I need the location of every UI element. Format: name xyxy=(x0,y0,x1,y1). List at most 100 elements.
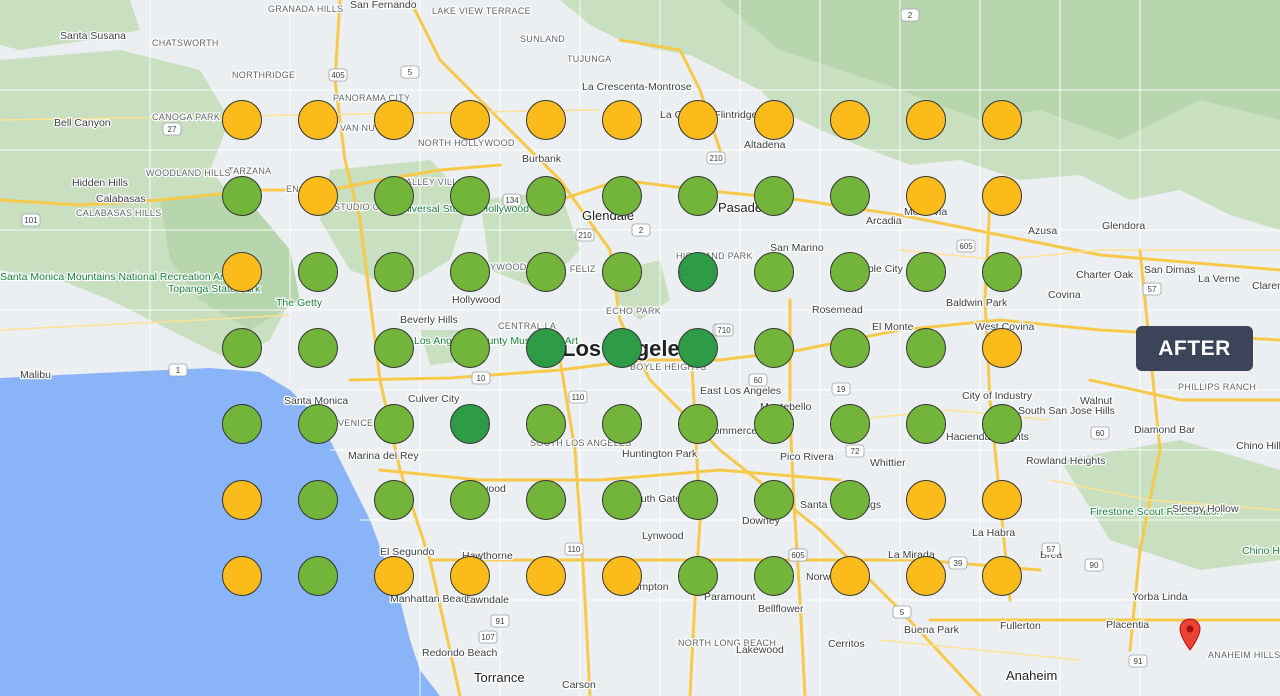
grid-dot[interactable] xyxy=(374,480,414,520)
grid-dot[interactable] xyxy=(830,252,870,292)
svg-text:39: 39 xyxy=(954,559,963,568)
grid-dot[interactable] xyxy=(450,480,490,520)
label-charter-oak: Charter Oak xyxy=(1076,269,1134,281)
grid-dot[interactable] xyxy=(906,176,946,216)
grid-dot[interactable] xyxy=(298,176,338,216)
label-huntington-park: Huntington Park xyxy=(622,448,698,460)
grid-dot[interactable] xyxy=(374,328,414,368)
grid-dot[interactable] xyxy=(450,328,490,368)
grid-dot[interactable] xyxy=(298,100,338,140)
grid-dot[interactable] xyxy=(222,556,262,596)
location-pin-icon[interactable] xyxy=(1178,618,1202,652)
grid-dot[interactable] xyxy=(906,404,946,444)
grid-dot[interactable] xyxy=(526,252,566,292)
label-baldwin-park: Baldwin Park xyxy=(946,297,1008,309)
label-la-verne: La Verne xyxy=(1198,273,1240,285)
grid-dot[interactable] xyxy=(222,404,262,444)
highway-shield: 39 xyxy=(948,556,968,570)
grid-dot[interactable] xyxy=(298,556,338,596)
grid-dot[interactable] xyxy=(450,176,490,216)
grid-dot[interactable] xyxy=(602,328,642,368)
grid-dot[interactable] xyxy=(678,404,718,444)
grid-dot[interactable] xyxy=(830,328,870,368)
label-santa-susana: Santa Susana xyxy=(60,30,126,42)
grid-dot[interactable] xyxy=(982,480,1022,520)
grid-dot[interactable] xyxy=(374,404,414,444)
grid-dot[interactable] xyxy=(678,328,718,368)
highway-shield: 210 xyxy=(706,151,726,165)
grid-dot[interactable] xyxy=(602,404,642,444)
grid-dot[interactable] xyxy=(830,176,870,216)
grid-dot[interactable] xyxy=(450,100,490,140)
grid-dot[interactable] xyxy=(602,176,642,216)
grid-dot[interactable] xyxy=(678,176,718,216)
grid-dot[interactable] xyxy=(906,100,946,140)
grid-dot[interactable] xyxy=(830,100,870,140)
grid-dot[interactable] xyxy=(906,328,946,368)
label-the-getty: The Getty xyxy=(276,297,323,309)
grid-dot[interactable] xyxy=(982,328,1022,368)
highway-shield: 107 xyxy=(478,630,498,644)
label-arcadia: Arcadia xyxy=(866,215,902,227)
grid-dot[interactable] xyxy=(374,176,414,216)
grid-dot[interactable] xyxy=(678,556,718,596)
grid-dot[interactable] xyxy=(298,252,338,292)
grid-dot[interactable] xyxy=(526,328,566,368)
grid-dot[interactable] xyxy=(602,252,642,292)
grid-dot[interactable] xyxy=(222,100,262,140)
grid-dot[interactable] xyxy=(982,252,1022,292)
grid-dot[interactable] xyxy=(754,328,794,368)
grid-dot[interactable] xyxy=(298,328,338,368)
label-anaheim: Anaheim xyxy=(1006,668,1057,683)
label-chino-hills: Chino Hills xyxy=(1236,440,1280,452)
label-whittier: Whittier xyxy=(870,457,906,469)
label-burbank: Burbank xyxy=(522,153,562,165)
grid-dot[interactable] xyxy=(450,252,490,292)
label-la-habra: La Habra xyxy=(972,527,1015,539)
grid-dot[interactable] xyxy=(222,480,262,520)
grid-dot[interactable] xyxy=(526,556,566,596)
grid-dot[interactable] xyxy=(982,100,1022,140)
grid-dot[interactable] xyxy=(906,480,946,520)
grid-dot[interactable] xyxy=(982,556,1022,596)
grid-dot[interactable] xyxy=(602,556,642,596)
after-badge-label: AFTER xyxy=(1158,336,1231,360)
grid-dot[interactable] xyxy=(526,480,566,520)
grid-dot[interactable] xyxy=(982,176,1022,216)
grid-dot[interactable] xyxy=(222,176,262,216)
grid-dot[interactable] xyxy=(526,100,566,140)
grid-dot[interactable] xyxy=(754,480,794,520)
grid-dot[interactable] xyxy=(374,100,414,140)
grid-dot[interactable] xyxy=(222,328,262,368)
grid-dot[interactable] xyxy=(678,480,718,520)
grid-dot[interactable] xyxy=(906,556,946,596)
grid-dot[interactable] xyxy=(754,556,794,596)
grid-dot[interactable] xyxy=(830,480,870,520)
label-sleepy-hollow: Sleepy Hollow xyxy=(1172,503,1239,515)
grid-dot[interactable] xyxy=(298,480,338,520)
grid-dot[interactable] xyxy=(374,252,414,292)
grid-dot[interactable] xyxy=(754,404,794,444)
highway-shield: 90 xyxy=(1084,558,1104,572)
grid-dot[interactable] xyxy=(602,100,642,140)
grid-dot[interactable] xyxy=(830,404,870,444)
grid-dot[interactable] xyxy=(222,252,262,292)
grid-dot[interactable] xyxy=(450,556,490,596)
grid-dot[interactable] xyxy=(374,556,414,596)
highway-shield: 72 xyxy=(845,444,865,458)
grid-dot[interactable] xyxy=(982,404,1022,444)
grid-dot[interactable] xyxy=(678,100,718,140)
grid-dot[interactable] xyxy=(754,252,794,292)
grid-dot[interactable] xyxy=(526,404,566,444)
label-tujunga: TUJUNGA xyxy=(567,54,612,64)
grid-dot[interactable] xyxy=(450,404,490,444)
grid-dot[interactable] xyxy=(602,480,642,520)
grid-dot[interactable] xyxy=(906,252,946,292)
grid-dot[interactable] xyxy=(754,176,794,216)
label-sunland: SUNLAND xyxy=(520,34,565,44)
grid-dot[interactable] xyxy=(298,404,338,444)
grid-dot[interactable] xyxy=(526,176,566,216)
grid-dot[interactable] xyxy=(830,556,870,596)
grid-dot[interactable] xyxy=(754,100,794,140)
grid-dot[interactable] xyxy=(678,252,718,292)
